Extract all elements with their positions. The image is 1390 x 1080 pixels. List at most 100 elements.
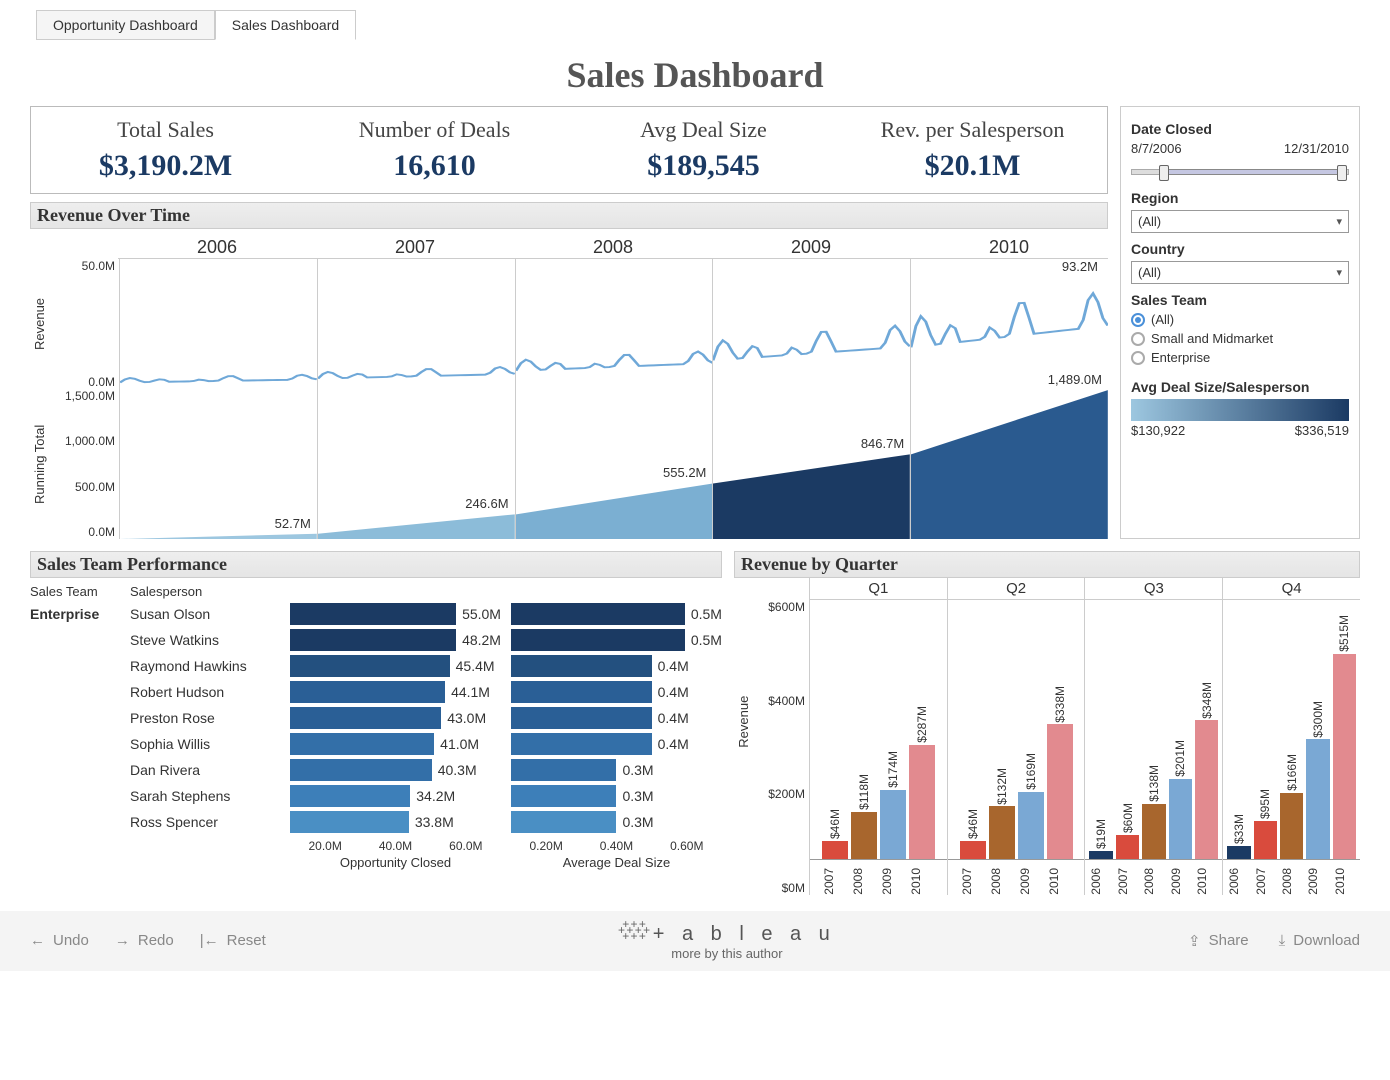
download-button[interactable]: ⤓Download [1279,932,1360,950]
bar-value: 55.0M [462,606,501,622]
kpi-value: 16,610 [304,149,565,183]
table-row[interactable]: Sarah Stephens34.2M0.3M [30,783,722,809]
arrow-right-icon: → [115,932,130,949]
bar[interactable]: $118M [851,600,877,859]
bar-value: 0.4M [658,736,689,752]
share-icon: ⇪ [1188,932,1201,950]
undo-button[interactable]: ←Undo [30,932,89,949]
tableau-branding[interactable]: + + ++ + + ++ + + + a b l e a u more by … [618,921,836,961]
country-dropdown[interactable]: (All) [1131,261,1349,284]
filter-region-label: Region [1131,190,1349,206]
salesperson-name: Dan Rivera [130,762,290,778]
year-header: 2008 [514,233,712,259]
tick: 0.0M [49,375,115,389]
bar[interactable]: $33M [1227,600,1250,859]
bar[interactable]: $348M [1195,600,1218,859]
dropdown-value: (All) [1138,214,1161,229]
legend-max: $336,519 [1295,423,1349,438]
slider-handle-right[interactable] [1337,165,1347,181]
year-header: 2007 [316,233,514,259]
bar[interactable]: $19M [1089,600,1112,859]
share-button[interactable]: ⇪Share [1188,932,1249,950]
bar[interactable]: $287M [909,600,935,859]
tick: 20.0M [308,839,341,853]
radio-icon [1131,332,1145,346]
bar-opp-closed [290,681,445,703]
year-header: 2006 [118,233,316,259]
kpi-avg-deal: Avg Deal Size $189,545 [569,107,838,193]
quarter-header: Q3 [1085,578,1222,600]
radio-enterprise[interactable]: Enterprise [1131,350,1349,365]
slider-handle-left[interactable] [1159,165,1169,181]
running-total-label: 555.2M [663,465,706,480]
tab-sales[interactable]: Sales Dashboard [215,10,356,40]
table-row[interactable]: Ross Spencer33.8M0.3M [30,809,722,835]
tick: 1,000.0M [49,434,115,448]
table-row[interactable]: Raymond Hawkins45.4M0.4M [30,653,722,679]
date-from: 8/7/2006 [1131,141,1182,156]
bar-value: $46M [828,809,842,839]
bar-value: 0.5M [691,606,722,622]
bar[interactable]: $201M [1169,600,1192,859]
bar-value: 0.4M [658,658,689,674]
bar-value: $169M [1024,753,1038,790]
bar[interactable]: $46M [822,600,848,859]
tick: $0M [753,881,805,895]
bar[interactable]: $95M [1254,600,1277,859]
bar[interactable]: $169M [1018,600,1044,859]
radio-smb[interactable]: Small and Midmarket [1131,331,1349,346]
table-row[interactable]: EnterpriseSusan Olson55.0M0.5M [30,601,722,627]
running-total-label: 1,489.0M [1048,372,1102,387]
axis-label-running-total: Running Total [30,389,49,539]
bar[interactable]: $132M [989,600,1015,859]
bar[interactable]: $46M [960,600,986,859]
bar[interactable]: $515M [1333,600,1356,859]
salesperson-name: Sophia Willis [130,736,290,752]
bar[interactable]: $60M [1116,600,1139,859]
bar[interactable]: $174M [880,600,906,859]
chart-revenue-over-time[interactable]: 20062007200820092010 Revenue 50.0M 0.0M … [30,233,1108,539]
bar[interactable]: $166M [1280,600,1303,859]
dashboard-tabs: Opportunity Dashboard Sales Dashboard [36,10,1360,40]
table-row[interactable]: Dan Rivera40.3M0.3M [30,757,722,783]
region-dropdown[interactable]: (All) [1131,210,1349,233]
radio-all[interactable]: (All) [1131,312,1349,327]
more-by-author: more by this author [671,946,782,961]
table-row[interactable]: Preston Rose43.0M0.4M [30,705,722,731]
kpi-bar: Total Sales $3,190.2M Number of Deals 16… [30,106,1108,194]
tab-opportunity[interactable]: Opportunity Dashboard [36,10,215,40]
salesperson-name: Steve Watkins [130,632,290,648]
tableau-logo-icon: + + ++ + + ++ + + [618,921,649,939]
bar-value: $95M [1258,789,1272,819]
bar-year: 2010 [1047,868,1061,895]
bar-year: 2006 [1227,868,1241,895]
table-row[interactable]: Steve Watkins48.2M0.5M [30,627,722,653]
bar-value: $19M [1094,819,1108,849]
running-total-label: 246.6M [465,496,508,511]
bar-year: 2007 [1116,868,1130,895]
bar-year: 2007 [960,868,974,895]
bar[interactable]: $138M [1142,600,1165,859]
chart-revenue-by-quarter[interactable]: Revenue by Quarter Revenue $600M$400M$20… [734,551,1360,895]
radio-label: Small and Midmarket [1151,331,1273,346]
redo-button[interactable]: →Redo [115,932,174,949]
date-slider[interactable] [1131,162,1349,180]
bar-value: $132M [995,768,1009,805]
bar-avg-deal [511,733,652,755]
table-row[interactable]: Robert Hudson44.1M0.4M [30,679,722,705]
reset-button[interactable]: |←Reset [200,932,266,949]
bar[interactable]: $300M [1306,600,1329,859]
filters-panel: Date Closed 8/7/2006 12/31/2010 Region (… [1120,106,1360,539]
page-title: Sales Dashboard [30,54,1360,96]
bar-avg-deal [511,603,685,625]
table-row[interactable]: Sophia Willis41.0M0.4M [30,731,722,757]
chart-sales-team-performance[interactable]: Sales Team Performance Sales Team Salesp… [30,551,722,895]
axis-label: Revenue [734,578,753,895]
bar[interactable]: $338M [1047,600,1073,859]
bar-opp-closed [290,707,441,729]
bar-avg-deal [511,785,616,807]
tick: $400M [753,694,805,708]
bar-year: 2010 [909,868,923,895]
bar-value: 48.2M [462,632,501,648]
quarter-header: Q1 [810,578,947,600]
